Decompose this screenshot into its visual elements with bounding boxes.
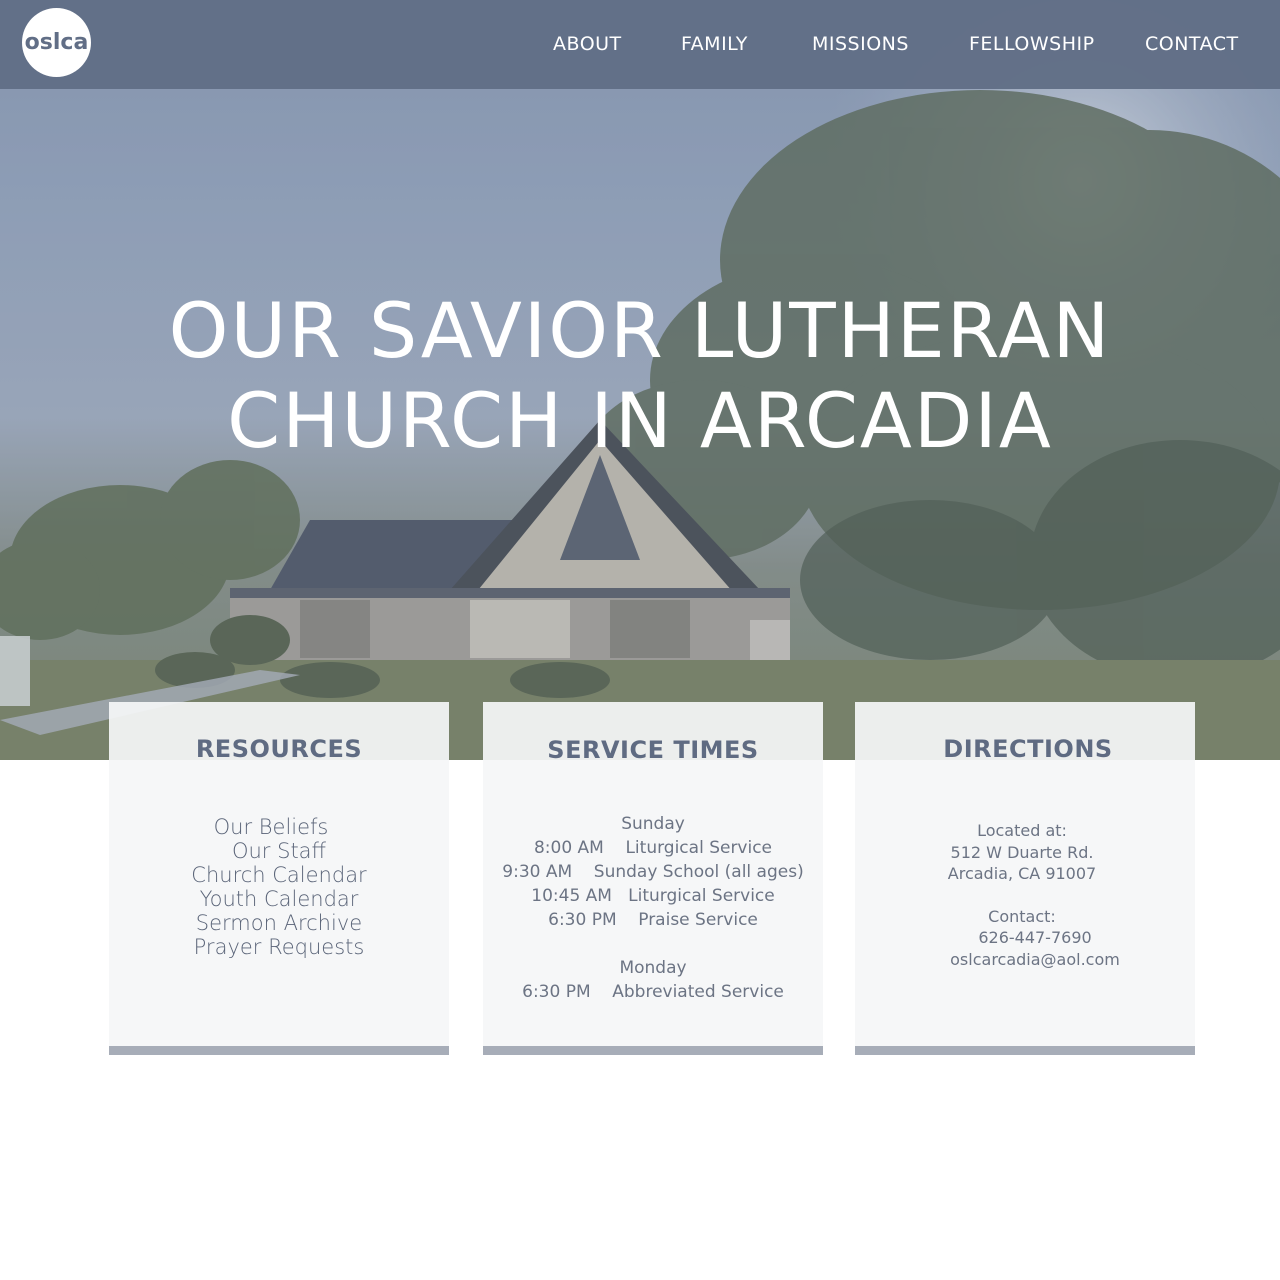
resource-link-our-beliefs[interactable]: Our Beliefs — [93, 815, 449, 839]
logo-text: oslca — [24, 30, 89, 55]
site-logo[interactable]: oslca — [22, 8, 91, 77]
hero-title-line-1: OUR SAVIOR LUTHERAN — [168, 286, 1112, 375]
resource-link-sermon-archive[interactable]: Sermon Archive — [109, 911, 449, 935]
nav-family[interactable]: FAMILY — [681, 30, 748, 58]
located-label: Located at: — [977, 821, 1067, 840]
nav-fellowship[interactable]: FELLOWSHIP — [969, 30, 1095, 58]
top-navigation-bar: oslca ABOUT FAMILY MISSIONS FELLOWSHIP C… — [0, 0, 1280, 89]
resources-list: Our Beliefs Our Staff Church Calendar Yo… — [109, 815, 449, 959]
hero-title-line-2: CHURCH IN ARCADIA — [227, 376, 1053, 465]
resource-link-church-calendar[interactable]: Church Calendar — [109, 863, 449, 887]
phone-number[interactable]: 626-447-7690 — [875, 927, 1195, 949]
service-times-title: SERVICE TIMES — [547, 736, 759, 764]
directions-info: Located at: 512 W Duarte Rd. Arcadia, CA… — [855, 820, 1195, 971]
nav-about[interactable]: ABOUT — [553, 30, 622, 58]
monday-label: Monday — [619, 958, 687, 978]
hero-title: OUR SAVIOR LUTHERAN CHURCH IN ARCADIA — [0, 286, 1280, 466]
schedule-spacer — [483, 932, 823, 956]
resources-card: RESOURCES Our Beliefs Our Staff Church C… — [109, 702, 449, 1055]
hero-section: OUR SAVIOR LUTHERAN CHURCH IN ARCADIA — [0, 0, 1280, 760]
resource-link-prayer-requests[interactable]: Prayer Requests — [109, 935, 449, 959]
directions-title: DIRECTIONS — [943, 735, 1113, 763]
sunday-label: Sunday — [621, 814, 685, 834]
service-item: 6:30 PM Abbreviated Service — [522, 982, 784, 1002]
service-item: 8:00 AM Liturgical Service — [533, 838, 773, 858]
address-line-2: Arcadia, CA 91007 — [947, 864, 1097, 884]
resource-link-our-staff[interactable]: Our Staff — [109, 839, 449, 863]
resources-title: RESOURCES — [195, 735, 363, 763]
directions-card: DIRECTIONS Located at: 512 W Duarte Rd. … — [855, 702, 1195, 1055]
service-item: 9:30 AM Sunday School (all ages) — [502, 862, 804, 882]
service-item: 10:45 AM Liturgical Service — [531, 886, 775, 906]
nav-missions[interactable]: MISSIONS — [812, 30, 909, 58]
service-times-card: SERVICE TIMES Sunday 8:00 AM Liturgical … — [483, 702, 823, 1055]
address-line-1: 512 W Duarte Rd. — [950, 842, 1094, 862]
email-link[interactable]: oslcarcadia@aol.com — [875, 949, 1195, 971]
nav-contact[interactable]: CONTACT — [1145, 30, 1239, 58]
contact-label: Contact: — [988, 906, 1056, 926]
service-times-schedule: Sunday 8:00 AM Liturgical Service 9:30 A… — [483, 812, 823, 1004]
directions-spacer — [855, 885, 1195, 906]
service-item: 6:30 PM Praise Service — [548, 910, 758, 930]
resource-link-youth-calendar[interactable]: Youth Calendar — [109, 887, 449, 911]
